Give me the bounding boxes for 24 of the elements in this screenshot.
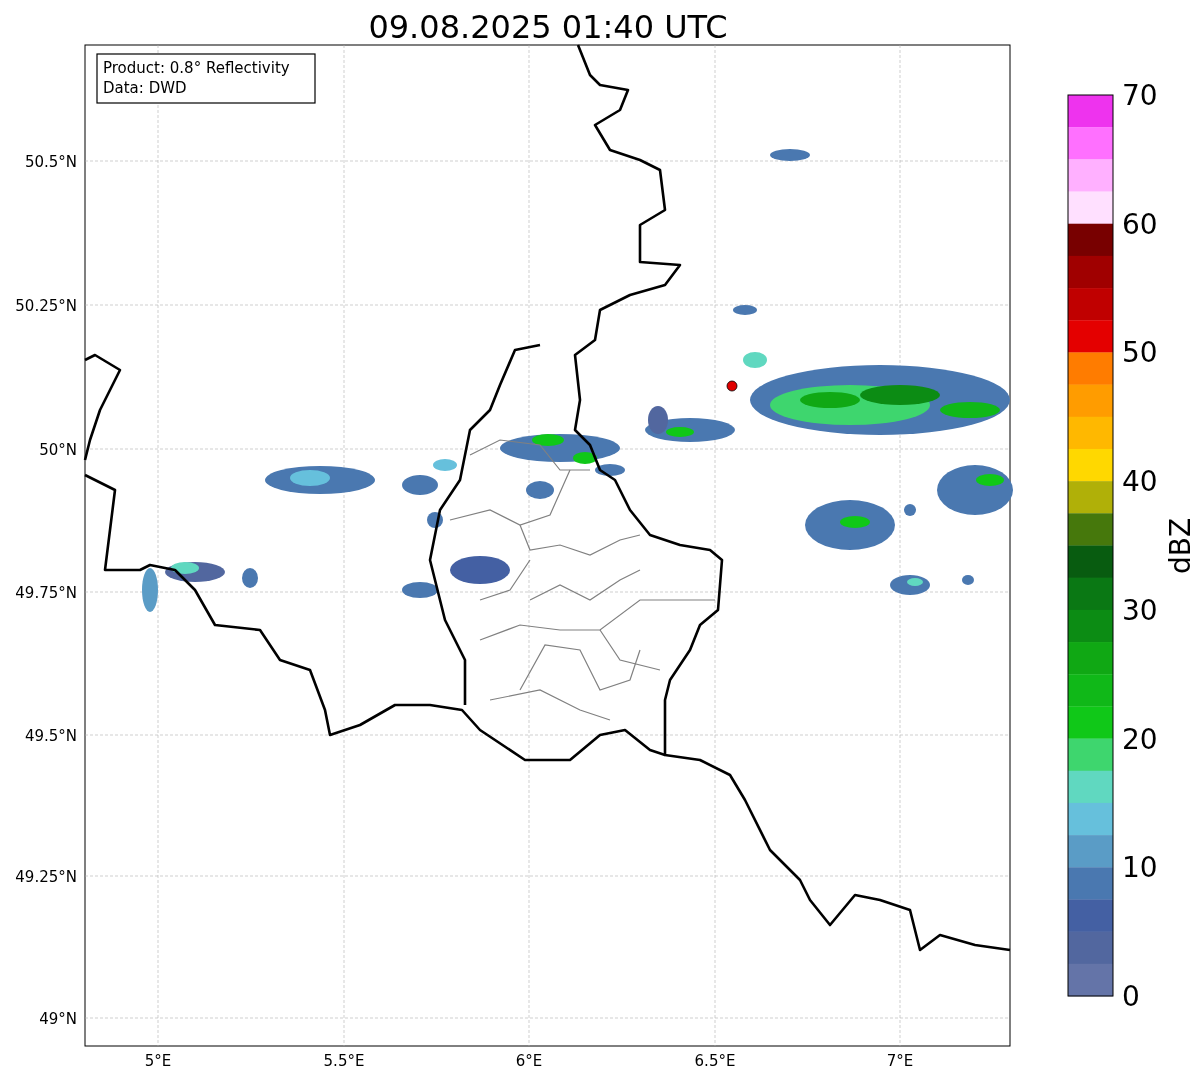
chart-title: 09.08.2025 01:40 UTC: [368, 8, 728, 46]
latitude-label: 50.25°N: [15, 297, 77, 315]
latitude-label: 49°N: [39, 1010, 77, 1028]
info-text: Data: DWD: [103, 79, 187, 97]
latitude-label: 49.5°N: [24, 727, 77, 745]
colorbar-tick-label: 10: [1122, 851, 1158, 885]
latitude-label: 50°N: [39, 441, 77, 459]
longitude-label: 6.5°E: [694, 1052, 736, 1070]
longitude-label: 5.5°E: [323, 1052, 365, 1070]
colorbar-tick-label: 40: [1122, 465, 1158, 499]
colorbar-tick-label: 20: [1122, 722, 1158, 756]
latitude-label: 50.5°N: [24, 153, 77, 171]
colorbar-tick-label: 70: [1122, 79, 1158, 112]
colorbar-tick-label: 50: [1122, 336, 1158, 370]
info-text: Product: 0.8° Reflectivity: [103, 59, 290, 77]
colorbar-label: dBZ: [1164, 517, 1197, 575]
colorbar-tick-label: 60: [1122, 207, 1158, 241]
longitude-label: 5°E: [144, 1052, 172, 1070]
longitude-label: 7°E: [886, 1052, 914, 1070]
latitude-label: 49.75°N: [15, 584, 77, 602]
colorbar-tick-label: 0: [1122, 980, 1140, 1013]
latitude-label: 49.25°N: [15, 868, 77, 886]
colorbar-tick-label: 30: [1122, 593, 1158, 627]
longitude-label: 6°E: [515, 1052, 543, 1070]
